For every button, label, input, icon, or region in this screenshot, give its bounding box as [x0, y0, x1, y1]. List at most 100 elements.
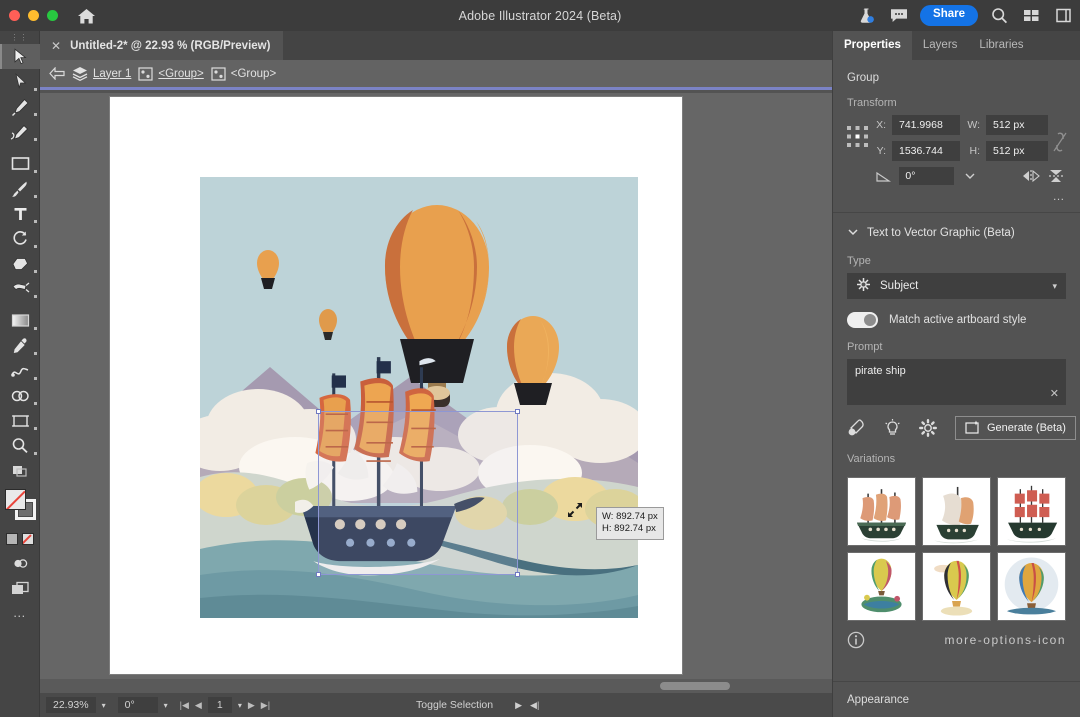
fill-stroke-swatches[interactable] [0, 487, 40, 531]
tool-flyout-indicator [34, 327, 37, 330]
color-swatch-button[interactable] [6, 533, 18, 545]
chevron-down-icon[interactable]: ▾ [238, 701, 242, 710]
eyedropper-tool[interactable] [0, 333, 40, 358]
flip-vertical-icon[interactable] [1047, 167, 1066, 185]
breadcrumb-group-1[interactable]: <Group> [138, 67, 203, 81]
tab-libraries[interactable]: Libraries [968, 31, 1034, 60]
zoom-level-field[interactable]: 22.93% ▾ [40, 696, 112, 714]
width-input[interactable]: 512 px [986, 115, 1048, 135]
panel-icon[interactable] [1053, 5, 1074, 26]
title-bar: Adobe Illustrator 2024 (Beta) Share [0, 0, 1080, 31]
paintbrush-tool[interactable] [0, 176, 40, 201]
first-artboard-icon[interactable]: |◀ [180, 700, 189, 711]
generate-button[interactable]: Generate (Beta) [955, 416, 1076, 440]
reference-point-grid[interactable] [846, 125, 870, 149]
y-input[interactable]: 1536.744 [892, 141, 960, 161]
flip-horizontal-icon[interactable] [1021, 167, 1040, 185]
chevron-down-icon[interactable]: ▾ [102, 701, 106, 710]
variation-ship-2[interactable] [922, 477, 991, 546]
breadcrumb-group-2[interactable]: <Group> [211, 67, 276, 81]
info-icon[interactable] [847, 631, 865, 649]
gradient-swatch-button[interactable] [22, 533, 34, 545]
last-artboard-icon[interactable]: ▶| [261, 700, 270, 711]
tool-flyout-indicator [34, 377, 37, 380]
blend-tool[interactable] [0, 358, 40, 383]
breadcrumb-layer[interactable]: Layer 1 [72, 66, 131, 81]
rotation-field[interactable]: 0° ▾ [112, 696, 174, 714]
shape-builder-tool[interactable] [0, 383, 40, 408]
variation-balloon-3[interactable] [997, 552, 1066, 621]
document-paper: W: 892.74 px H: 892.74 px [110, 97, 682, 674]
prompt-input[interactable]: pirate ship ✕ [847, 359, 1066, 405]
angle-chevron-down-icon[interactable] [960, 167, 979, 185]
variation-balloon-2[interactable] [922, 552, 991, 621]
breadcrumb: Layer 1 <Group> <Group> [40, 60, 832, 90]
settings-gear-icon[interactable] [919, 418, 937, 438]
gradient-tool[interactable] [0, 308, 40, 333]
type-select[interactable]: Subject ▾ [847, 273, 1066, 299]
comment-icon[interactable] [888, 5, 909, 26]
scale-tool[interactable] [0, 276, 40, 301]
pen-tool[interactable] [0, 94, 40, 119]
chevron-down-icon[interactable]: ▾ [1052, 281, 1057, 292]
appearance-section[interactable]: Appearance [833, 681, 1080, 717]
document-tab[interactable]: ✕ Untitled-2* @ 22.93 % (RGB/Preview) [40, 31, 283, 60]
prev-artboard-icon[interactable]: ◀ [195, 700, 202, 711]
direct-selection-tool[interactable] [0, 69, 40, 94]
rectangle-tool[interactable] [0, 151, 40, 176]
text-to-vector-header[interactable]: Text to Vector Graphic (Beta) [833, 213, 1080, 242]
match-artboard-style-toggle[interactable] [847, 312, 878, 328]
chevron-down-icon[interactable] [847, 224, 859, 242]
canvas-area[interactable]: W: 892.74 px H: 892.74 px [40, 93, 832, 693]
selection-tool[interactable] [0, 44, 40, 69]
resize-cursor-icon [566, 501, 584, 519]
lightbulb-icon[interactable] [884, 418, 901, 438]
workspace-grid-icon[interactable] [1021, 5, 1042, 26]
drawing-mode-button[interactable] [0, 551, 40, 576]
back-arrow-icon[interactable] [49, 67, 65, 80]
x-input[interactable]: 741.9968 [892, 115, 960, 135]
y-label: Y: [874, 145, 886, 157]
next-arrow-icon[interactable]: ▶ [515, 700, 522, 711]
toolbar-grip[interactable]: ⋮⋮ [0, 31, 39, 44]
canvas-horizontal-scrollbar[interactable] [40, 679, 832, 693]
scroll-thumb[interactable] [660, 682, 730, 690]
tab-layers[interactable]: Layers [912, 31, 969, 60]
slice-tool[interactable] [0, 458, 40, 483]
fill-swatch[interactable] [5, 489, 26, 510]
zoom-tool[interactable] [0, 433, 40, 458]
close-icon[interactable]: ✕ [51, 40, 61, 52]
artboard-navigator[interactable]: |◀ ◀ 1 ▾ ▶ ▶| [174, 696, 276, 714]
link-broken-icon[interactable] [1052, 131, 1068, 155]
next-artboard-icon[interactable]: ▶ [248, 700, 255, 711]
none-slash-icon [6, 490, 25, 509]
status-nav[interactable]: ▶ ◀| [515, 700, 539, 711]
transform-more-options[interactable]: … [833, 185, 1080, 203]
rotate-tool[interactable] [0, 226, 40, 251]
chevron-down-icon[interactable]: ▾ [164, 701, 168, 710]
screen-mode-button[interactable] [0, 576, 40, 601]
variation-ship-3[interactable] [997, 477, 1066, 546]
none-slash-icon [23, 534, 33, 544]
share-button[interactable]: Share [920, 5, 978, 26]
match-style-row: Match active artboard style [833, 299, 1080, 328]
artboard-tool[interactable] [0, 408, 40, 433]
breadcrumb-group-1-label: <Group> [158, 68, 203, 80]
variation-balloon-1[interactable] [847, 552, 916, 621]
prev-arrow-icon[interactable]: ◀| [530, 700, 539, 711]
eraser-tool[interactable] [0, 251, 40, 276]
height-input[interactable]: 512 px [986, 141, 1048, 161]
curvature-tool[interactable] [0, 119, 40, 144]
type-label: Type [833, 242, 1080, 273]
edit-toolbar-button[interactable]: … [0, 601, 40, 623]
type-tool[interactable] [0, 201, 40, 226]
color-sample-icon[interactable] [847, 418, 866, 438]
close-icon[interactable]: ✕ [1050, 387, 1059, 400]
search-icon[interactable] [989, 5, 1010, 26]
more-options-icon[interactable]: more-options-icon [944, 633, 1066, 647]
tab-properties[interactable]: Properties [833, 31, 912, 60]
angle-input[interactable]: 0° [899, 167, 954, 185]
variation-ship-1[interactable] [847, 477, 916, 546]
tool-flyout-indicator [34, 170, 37, 173]
beaker-icon[interactable] [856, 5, 877, 26]
